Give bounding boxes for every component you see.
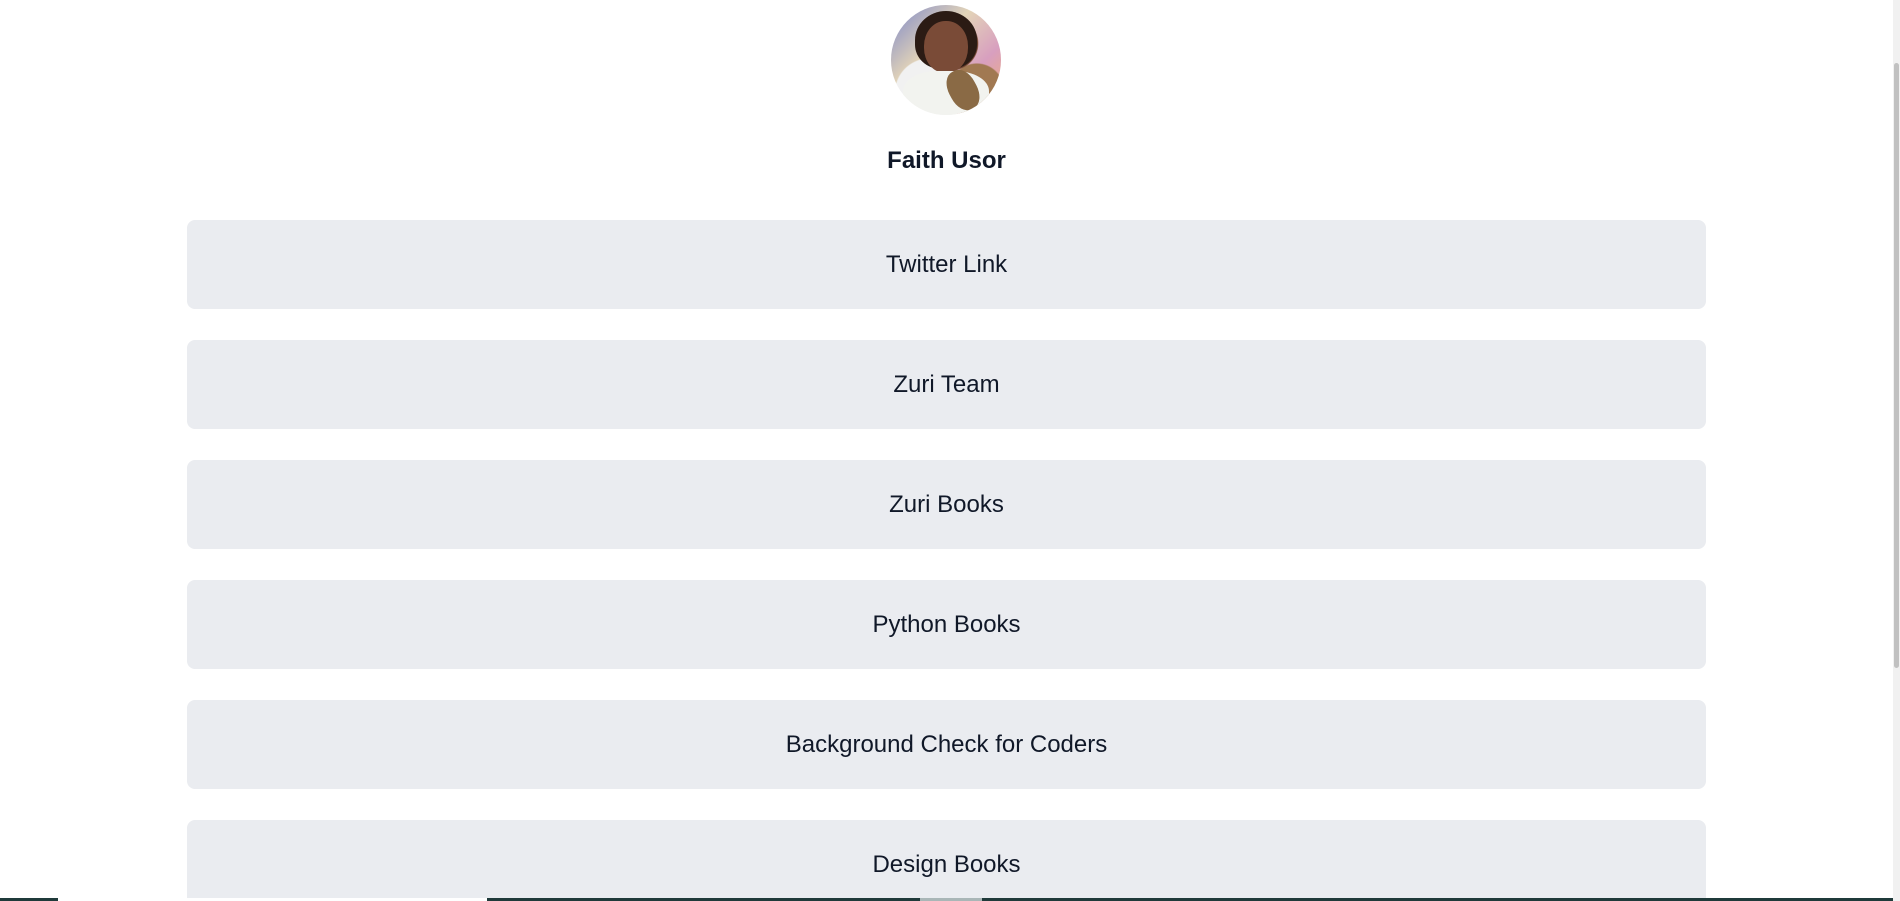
design-books-button[interactable]: Design Books (187, 820, 1706, 901)
link-item-twitter: Twitter Link (187, 220, 1706, 309)
background-check-button[interactable]: Background Check for Coders (187, 700, 1706, 789)
link-item-zuri-books: Zuri Books (187, 460, 1706, 549)
profile-name: Faith Usor (887, 147, 1006, 174)
vertical-scrollbar[interactable] (1893, 0, 1900, 901)
links-list: Twitter Link Zuri Team Zuri Books Python… (187, 220, 1706, 901)
link-item-python-books: Python Books (187, 580, 1706, 669)
twitter-link-button[interactable]: Twitter Link (187, 220, 1706, 309)
zuri-team-button[interactable]: Zuri Team (187, 340, 1706, 429)
python-books-button[interactable]: Python Books (187, 580, 1706, 669)
profile-avatar (891, 5, 1001, 115)
avatar-face-shape (924, 21, 968, 73)
link-item-background-check: Background Check for Coders (187, 700, 1706, 789)
zuri-books-button[interactable]: Zuri Books (187, 460, 1706, 549)
link-item-zuri-team: Zuri Team (187, 340, 1706, 429)
link-item-design-books: Design Books (187, 820, 1706, 901)
linktree-page: Faith Usor Twitter Link Zuri Team Zuri B… (0, 0, 1893, 901)
scrollbar-thumb[interactable] (1894, 63, 1899, 668)
page-viewport: Faith Usor Twitter Link Zuri Team Zuri B… (0, 0, 1900, 901)
